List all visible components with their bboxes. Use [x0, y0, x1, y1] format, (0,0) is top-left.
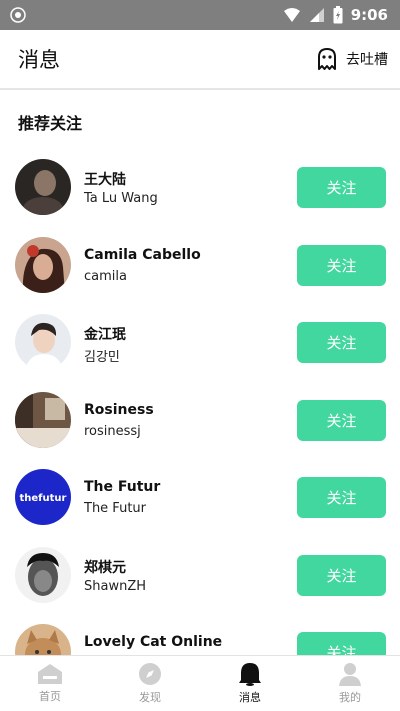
- user-handle: ShawnZH: [84, 578, 147, 594]
- user-handle: camila: [84, 268, 127, 284]
- complain-label: 去吐槽: [346, 52, 388, 68]
- list-item[interactable]: 郑棋元 ShawnZH 关注: [0, 533, 400, 611]
- signal-icon: [309, 8, 324, 22]
- user-handle: rosinessj: [84, 423, 141, 439]
- avatar[interactable]: [15, 624, 71, 655]
- tab-label: 首页: [39, 690, 61, 703]
- list-item[interactable]: Camila Cabello camila 关注: [0, 223, 400, 301]
- wifi-icon: [283, 8, 300, 22]
- avatar[interactable]: [15, 159, 71, 215]
- user-handle: 김강민: [84, 350, 120, 365]
- user-handle: The Futur: [84, 501, 146, 516]
- list-item[interactable]: thefutur The Futur The Futur 关注: [0, 455, 400, 533]
- app-header: 消息 去吐槽: [0, 30, 400, 90]
- follow-button[interactable]: 关注: [297, 632, 386, 655]
- follow-button[interactable]: 关注: [297, 322, 386, 363]
- battery-icon: [333, 6, 343, 24]
- list-item[interactable]: 王大陆 Ta Lu Wang 关注: [0, 145, 400, 223]
- tab-home[interactable]: 首页: [0, 656, 100, 711]
- follow-button[interactable]: 关注: [297, 477, 386, 518]
- follow-button[interactable]: 关注: [297, 399, 386, 441]
- page-title: 消息: [18, 48, 60, 72]
- profile-icon: [339, 663, 361, 686]
- user-name: Lovely Cat Online: [84, 634, 223, 650]
- section-title: 推荐关注: [18, 114, 83, 133]
- status-bar: 9:06: [0, 0, 400, 30]
- follow-button[interactable]: 关注: [297, 167, 386, 208]
- recommended-user-list: 王大陆 Ta Lu Wang 关注 Camila Cabello camila …: [0, 145, 400, 655]
- avatar[interactable]: [15, 236, 71, 293]
- avatar[interactable]: [15, 314, 71, 370]
- tab-label: 我的: [339, 691, 361, 704]
- tab-label: 发现: [139, 691, 161, 704]
- user-name: Camila Cabello: [84, 246, 201, 263]
- tab-messages[interactable]: 消息: [200, 656, 300, 711]
- user-name: 王大陆: [84, 172, 126, 188]
- follow-button[interactable]: 关注: [297, 554, 386, 596]
- user-name: 金江珉: [84, 327, 126, 343]
- avatar[interactable]: [15, 546, 71, 603]
- ghost-icon: [318, 48, 336, 70]
- complain-button[interactable]: 去吐槽: [316, 47, 388, 71]
- list-item[interactable]: Rosiness rosinessj 关注: [0, 378, 400, 456]
- tab-discover[interactable]: 发现: [100, 656, 200, 711]
- compass-icon: [139, 663, 161, 685]
- status-time: 9:06: [350, 6, 388, 24]
- tab-profile[interactable]: 我的: [300, 656, 400, 711]
- home-icon: [38, 664, 62, 684]
- follow-button[interactable]: 关注: [297, 244, 386, 286]
- bottom-tab-bar: 首页 发现 消息 我的: [0, 655, 400, 711]
- tab-label: 消息: [239, 691, 261, 704]
- app-notification-icon: [10, 7, 26, 23]
- avatar[interactable]: thefutur: [15, 469, 71, 525]
- user-name: Rosiness: [84, 401, 154, 418]
- list-item[interactable]: Lovely Cat Online 关注: [0, 610, 400, 655]
- user-handle: Ta Lu Wang: [84, 191, 158, 206]
- bell-icon: [239, 663, 261, 686]
- user-name: The Futur: [84, 479, 161, 495]
- avatar[interactable]: [15, 391, 71, 448]
- user-name: 郑棋元: [84, 559, 126, 576]
- list-item[interactable]: 金江珉 김강민 关注: [0, 300, 400, 378]
- avatar-logo-text: thefutur: [20, 493, 67, 504]
